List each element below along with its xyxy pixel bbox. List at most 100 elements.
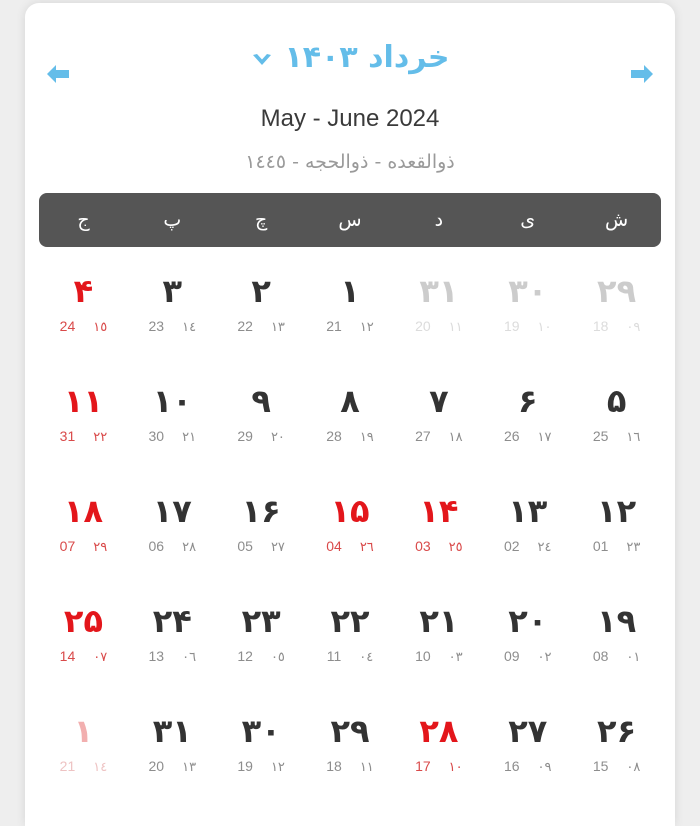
day-number-jalali: ۲۶ [597, 711, 637, 750]
chevron-down-icon[interactable] [250, 51, 274, 69]
day-number-hijri: ٢١ [182, 429, 197, 445]
day-cell[interactable]: ۳۱ 20 ١٣ [128, 689, 217, 799]
weekday-label: ش [604, 208, 629, 231]
day-secondary-dates: 08 ٠١ [593, 649, 641, 664]
page-title: خرداد ۱۴۰۳ [284, 40, 450, 75]
day-number-gregorian: 21 [59, 757, 76, 774]
day-number-gregorian: 19 [237, 757, 253, 774]
day-number-hijri: ٠٣ [448, 649, 463, 665]
day-number-gregorian: 01 [592, 537, 609, 554]
day-cell[interactable]: ۱ 21 ١٤ [39, 689, 128, 799]
day-number-hijri: ٢٧ [270, 539, 285, 555]
day-cell[interactable]: ۱۳ 02 ٢٤ [483, 469, 572, 579]
day-number-gregorian: 23 [148, 317, 165, 334]
day-cell[interactable]: ۷ 27 ١٨ [394, 359, 483, 469]
day-number-gregorian: 15 [592, 757, 609, 774]
day-number-gregorian: 31 [59, 427, 76, 444]
day-cell[interactable]: ۳ 23 ١٤ [128, 249, 217, 359]
week-row: ۲۶ 15 ٠٨ ۲۷ 16 ٠٩ ۲۸ 17 ١٠ ۲۹ 18 ١١ ۳۰ 19 ١٢ ۳۱ 20 ١٣ ۱ 21 ١… [39, 689, 661, 799]
day-number-jalali: ۱۶ [241, 491, 281, 530]
day-number-jalali: ۱۳ [508, 491, 548, 530]
day-number-hijri: ١١ [359, 759, 374, 775]
day-cell[interactable]: ۲۲ 11 ٠٤ [306, 579, 395, 689]
day-secondary-dates: 13 ٠٦ [149, 649, 197, 664]
day-number-hijri: ٢٩ [93, 539, 108, 555]
day-cell[interactable]: ۲۸ 17 ١٠ [394, 689, 483, 799]
day-cell[interactable]: ۱۴ 03 ٢٥ [394, 469, 483, 579]
day-number-jalali: ۱۵ [330, 491, 370, 530]
day-number-gregorian: 09 [503, 647, 520, 664]
day-cell[interactable]: ۱۶ 05 ٢٧ [217, 469, 306, 579]
day-number-hijri: ٠٦ [182, 649, 197, 665]
day-number-hijri: ١٢ [270, 759, 285, 775]
week-row: ۵ 25 ١٦ ۶ 26 ١٧ ۷ 27 ١٨ ۸ 28 ١٩ ۹ 29 ٢٠ ۱۰ 30 ٢١ ۱۱ 31 ٢٢ [39, 359, 661, 469]
day-cell[interactable]: ۳۰ 19 ١٢ [217, 689, 306, 799]
day-cell[interactable]: ۲۵ 14 ٠٧ [39, 579, 128, 689]
day-cell[interactable]: ۱۹ 08 ٠١ [572, 579, 661, 689]
day-number-gregorian: 28 [326, 427, 342, 444]
weekday-cell-3: س [306, 193, 395, 247]
day-cell[interactable]: ۱۱ 31 ٢٢ [39, 359, 128, 469]
day-cell[interactable]: ۱۸ 07 ٢٩ [39, 469, 128, 579]
month-year-selector[interactable]: خرداد ۱۴۰۳ [25, 43, 675, 73]
day-cell[interactable]: ۹ 29 ٢٠ [217, 359, 306, 469]
day-number-hijri: ١٩ [359, 429, 374, 445]
day-cell[interactable]: ۶ 26 ١٧ [483, 359, 572, 469]
day-cell[interactable]: ۱۲ 01 ٢٣ [572, 469, 661, 579]
day-number-gregorian: 27 [415, 427, 431, 444]
day-cell[interactable]: ۲۰ 09 ٠٢ [483, 579, 572, 689]
day-number-hijri: ٢٦ [359, 539, 374, 555]
day-secondary-dates: 31 ٢٢ [60, 429, 108, 444]
day-number-jalali: ۱۸ [63, 491, 103, 530]
day-number-jalali: ۲ [251, 271, 271, 310]
weekday-label: ی [520, 208, 536, 231]
weekday-cell-6: ج [39, 193, 128, 247]
weekday-cell-4: چ [217, 193, 306, 247]
day-number-gregorian: 30 [148, 427, 165, 444]
day-secondary-dates: 01 ٢٣ [593, 539, 641, 554]
day-cell[interactable]: ۲۶ 15 ٠٨ [572, 689, 661, 799]
day-number-hijri: ٢٣ [626, 539, 641, 555]
day-secondary-dates: 20 ١١ [415, 319, 463, 334]
day-secondary-dates: 22 ١٣ [237, 319, 285, 334]
day-secondary-dates: 18 ١١ [326, 759, 374, 774]
day-number-hijri: ١٤ [93, 759, 108, 775]
day-grid: ۲۹ 18 ٠٩ ۳۰ 19 ١٠ ۳۱ 20 ١١ ۱ 21 ١٢ ۲ 22 ١٣ ۳ 23 ١٤ ۴ 24 ١٥ ۵ 2… [39, 247, 661, 799]
day-cell[interactable]: ۲۹ 18 ٠٩ [572, 249, 661, 359]
day-cell[interactable]: ۱۷ 06 ٢٨ [128, 469, 217, 579]
day-number-hijri: ١٦ [626, 429, 641, 445]
day-cell[interactable]: ۳۰ 19 ١٠ [483, 249, 572, 359]
day-number-gregorian: 29 [237, 427, 253, 444]
day-cell[interactable]: ۲۳ 12 ٠٥ [217, 579, 306, 689]
day-number-jalali: ۶ [517, 381, 538, 420]
day-cell[interactable]: ۸ 28 ١٩ [306, 359, 395, 469]
day-number-jalali: ۲۱ [419, 601, 459, 640]
day-secondary-dates: 24 ١٥ [60, 319, 108, 334]
day-number-jalali: ۲۰ [508, 601, 548, 640]
day-cell[interactable]: ۴ 24 ١٥ [39, 249, 128, 359]
day-cell[interactable]: ۱ 21 ١٢ [306, 249, 395, 359]
day-number-jalali: ۲۹ [597, 271, 637, 310]
day-secondary-dates: 23 ١٤ [149, 319, 197, 334]
day-number-gregorian: 06 [148, 537, 165, 554]
day-number-hijri: ٠٢ [537, 649, 552, 665]
day-cell[interactable]: ۲۹ 18 ١١ [306, 689, 395, 799]
day-cell[interactable]: ۱۵ 04 ٢٦ [306, 469, 395, 579]
day-number-gregorian: 18 [592, 317, 609, 334]
day-cell[interactable]: ۵ 25 ١٦ [572, 359, 661, 469]
day-secondary-dates: 02 ٢٤ [504, 539, 552, 554]
hijri-range-label: ذوالقعده - ذوالحجه - ١٤٤٥ [245, 151, 455, 173]
week-row: ۲۹ 18 ٠٩ ۳۰ 19 ١٠ ۳۱ 20 ١١ ۱ 21 ١٢ ۲ 22 ١٣ ۳ 23 ١٤ ۴ 24 ١٥ [39, 249, 661, 359]
day-cell[interactable]: ۱۰ 30 ٢١ [128, 359, 217, 469]
day-cell[interactable]: ۲۴ 13 ٠٦ [128, 579, 217, 689]
day-cell[interactable]: ۲۱ 10 ٠٣ [394, 579, 483, 689]
day-number-jalali: ۲۵ [63, 601, 103, 640]
day-cell[interactable]: ۲۷ 16 ٠٩ [483, 689, 572, 799]
day-number-hijri: ٢٢ [93, 429, 108, 445]
day-cell[interactable]: ۳۱ 20 ١١ [394, 249, 483, 359]
day-number-hijri: ٢٥ [448, 539, 463, 555]
day-number-hijri: ١٥ [93, 319, 108, 335]
day-cell[interactable]: ۲ 22 ١٣ [217, 249, 306, 359]
weekday-label: ج [77, 208, 90, 231]
week-row: ۱۲ 01 ٢٣ ۱۳ 02 ٢٤ ۱۴ 03 ٢٥ ۱۵ 04 ٢٦ ۱۶ 05 ٢٧ ۱۷ 06 ٢٨ ۱۸ 07… [39, 469, 661, 579]
